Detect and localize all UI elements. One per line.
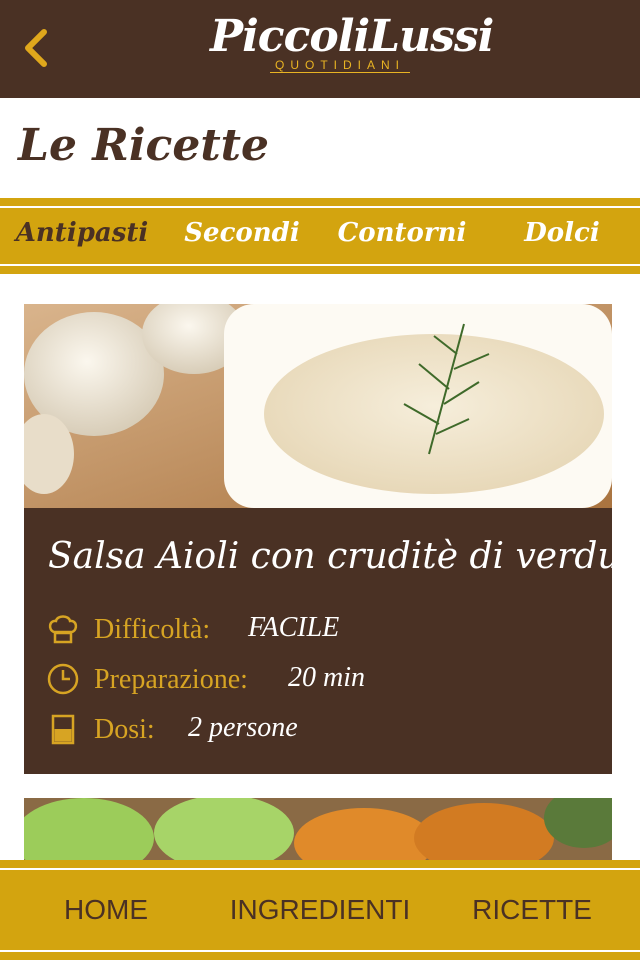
recipe-card[interactable]: Salsa Aioli con cruditè di verdure Diffi… <box>24 304 640 774</box>
category-tabs: Antipasti Secondi Contorni Dolci <box>0 198 640 274</box>
nav-ricette[interactable]: RICETTE <box>452 894 612 926</box>
app-header: PiccoliLussi QUOTIDIANI <box>0 0 640 98</box>
recipe-title[interactable]: Salsa Aioli con cruditè di verdure <box>48 536 640 577</box>
difficulty-label: Difficoltà: <box>94 614 211 645</box>
tab-contorni[interactable]: Contorni <box>322 218 482 258</box>
recipe-details: Salsa Aioli con cruditè di verdure Diffi… <box>24 508 640 774</box>
tab-antipasti[interactable]: Antipasti <box>2 218 162 258</box>
chef-hat-icon <box>48 615 78 644</box>
nav-ingredienti[interactable]: INGREDIENTI <box>222 894 418 926</box>
recipe-photo <box>24 304 612 508</box>
tab-secondi[interactable]: Secondi <box>162 218 322 258</box>
measuring-cup-icon <box>51 714 75 745</box>
back-chevron-icon[interactable] <box>20 28 54 68</box>
difficulty-value: FACILE <box>248 612 340 643</box>
logo-sub-text: QUOTIDIANI <box>270 58 410 73</box>
doses-label: Dosi: <box>94 714 155 745</box>
doses-value: 2 persone <box>188 712 298 743</box>
preparation-value: 20 min <box>288 662 365 693</box>
bottom-navigation: HOME INGREDIENTI RICETTE <box>0 860 640 960</box>
clock-icon <box>47 663 79 695</box>
tab-dolci[interactable]: Dolci <box>482 218 640 258</box>
nav-home[interactable]: HOME <box>20 894 192 926</box>
recipe-card-preview-image[interactable] <box>24 798 612 868</box>
logo-main-text: PiccoliLussi <box>210 11 494 62</box>
brand-logo: PiccoliLussi QUOTIDIANI <box>210 10 494 90</box>
preparation-label: Preparazione: <box>94 664 248 695</box>
page-title: Le Ricette <box>18 120 269 171</box>
